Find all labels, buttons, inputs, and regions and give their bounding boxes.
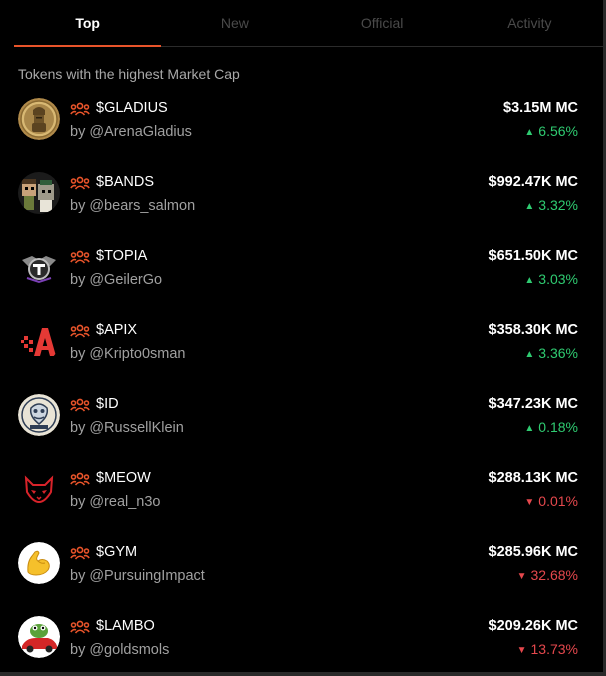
creator-handle[interactable]: by @RussellKlein <box>70 420 184 436</box>
token-ticker[interactable]: $LAMBO <box>96 618 155 634</box>
market-cap: $347.23K MC <box>488 396 578 412</box>
community-icon <box>70 324 90 338</box>
price-change: ▲ 6.56% <box>524 123 578 139</box>
creator-handle[interactable]: by @ArenaGladius <box>70 124 192 140</box>
up-arrow-icon: ▲ <box>524 423 535 434</box>
tab-official[interactable]: Official <box>309 0 456 46</box>
apix-logo-avatar <box>18 320 60 362</box>
community-icon <box>70 102 90 116</box>
frog-car-avatar <box>18 616 60 658</box>
community-icon <box>70 546 90 560</box>
price-change-value: 6.56% <box>538 123 578 139</box>
token-row[interactable]: $GYM by @PursuingImpact $285.96K MC ▼ 32.… <box>0 528 603 602</box>
token-row[interactable]: $BANDS by @bears_salmon $992.47K MC ▲ 3.3… <box>0 158 603 232</box>
market-cap: $285.96K MC <box>488 544 578 560</box>
up-arrow-icon: ▲ <box>524 349 535 360</box>
market-cap: $651.50K MC <box>488 248 578 264</box>
id-emblem-avatar <box>18 394 60 436</box>
market-cap: $209.26K MC <box>488 618 578 634</box>
down-arrow-icon: ▼ <box>516 571 527 582</box>
price-change-value: 3.36% <box>538 345 578 361</box>
tab-new[interactable]: New <box>161 0 308 46</box>
token-ticker[interactable]: $APIX <box>96 322 137 338</box>
tab-top[interactable]: Top <box>14 0 162 47</box>
market-cap: $288.13K MC <box>488 470 578 486</box>
list-subtitle: Tokens with the highest Market Cap <box>18 66 240 82</box>
token-ticker[interactable]: $BANDS <box>96 174 154 190</box>
price-change: ▼ 0.01% <box>524 493 578 509</box>
community-icon <box>70 472 90 486</box>
token-row[interactable]: $GLADIUS by @ArenaGladius $3.15M MC ▲ 6.5… <box>0 84 603 158</box>
price-change: ▼ 13.73% <box>517 641 578 657</box>
flexed-biceps-avatar <box>18 542 60 584</box>
token-row[interactable]: $MEOW by @real_n3o $288.13K MC ▼ 0.01% <box>0 454 603 528</box>
price-change-value: 0.18% <box>538 419 578 435</box>
cat-mask-avatar <box>18 468 60 510</box>
community-icon <box>70 398 90 412</box>
price-change-value: 3.32% <box>538 197 578 213</box>
token-ticker[interactable]: $MEOW <box>96 470 151 486</box>
token-row[interactable]: $TOPIA by @GeilerGo $651.50K MC ▲ 3.03% <box>0 232 603 306</box>
token-list: $GLADIUS by @ArenaGladius $3.15M MC ▲ 6.5… <box>0 84 603 676</box>
token-list-panel: Top New Official Activity Tokens with th… <box>0 0 606 676</box>
up-arrow-icon: ▲ <box>524 127 535 138</box>
price-change: ▼ 32.68% <box>517 567 578 583</box>
token-row[interactable]: $ID by @RussellKlein $347.23K MC ▲ 0.18% <box>0 380 603 454</box>
price-change-value: 13.73% <box>530 641 578 657</box>
community-icon <box>70 176 90 190</box>
tab-activity[interactable]: Activity <box>456 0 603 46</box>
community-icon <box>70 250 90 264</box>
creator-handle[interactable]: by @bears_salmon <box>70 198 195 214</box>
creator-handle[interactable]: by @PursuingImpact <box>70 568 205 584</box>
token-ticker[interactable]: $ID <box>96 396 119 412</box>
creator-handle[interactable]: by @real_n3o <box>70 494 161 510</box>
price-change: ▲ 0.18% <box>524 419 578 435</box>
down-arrow-icon: ▼ <box>516 645 527 656</box>
token-ticker[interactable]: $TOPIA <box>96 248 147 264</box>
price-change: ▲ 3.32% <box>524 197 578 213</box>
price-change: ▲ 3.03% <box>524 271 578 287</box>
creator-handle[interactable]: by @GeilerGo <box>70 272 162 288</box>
gladiator-coin-avatar <box>18 98 60 140</box>
community-icon <box>70 620 90 634</box>
token-row[interactable]: $LAMBO by @goldsmols $209.26K MC ▼ 13.73% <box>0 602 603 676</box>
market-cap: $3.15M MC <box>503 100 578 116</box>
market-cap: $358.30K MC <box>488 322 578 338</box>
up-arrow-icon: ▲ <box>524 201 535 212</box>
pixel-characters-avatar <box>18 172 60 214</box>
price-change-value: 32.68% <box>530 567 578 583</box>
up-arrow-icon: ▲ <box>524 275 535 286</box>
price-change-value: 3.03% <box>538 271 578 287</box>
creator-handle[interactable]: by @Kripto0sman <box>70 346 185 362</box>
price-change-value: 0.01% <box>538 493 578 509</box>
token-row[interactable]: $APIX by @Kripto0sman $358.30K MC ▲ 3.36% <box>0 306 603 380</box>
price-change: ▲ 3.36% <box>524 345 578 361</box>
market-cap: $992.47K MC <box>488 174 578 190</box>
topia-logo-avatar <box>18 246 60 288</box>
token-ticker[interactable]: $GLADIUS <box>96 100 168 116</box>
token-ticker[interactable]: $GYM <box>96 544 137 560</box>
tab-bar: Top New Official Activity <box>14 0 603 47</box>
creator-handle[interactable]: by @goldsmols <box>70 642 169 658</box>
down-arrow-icon: ▼ <box>524 497 535 508</box>
